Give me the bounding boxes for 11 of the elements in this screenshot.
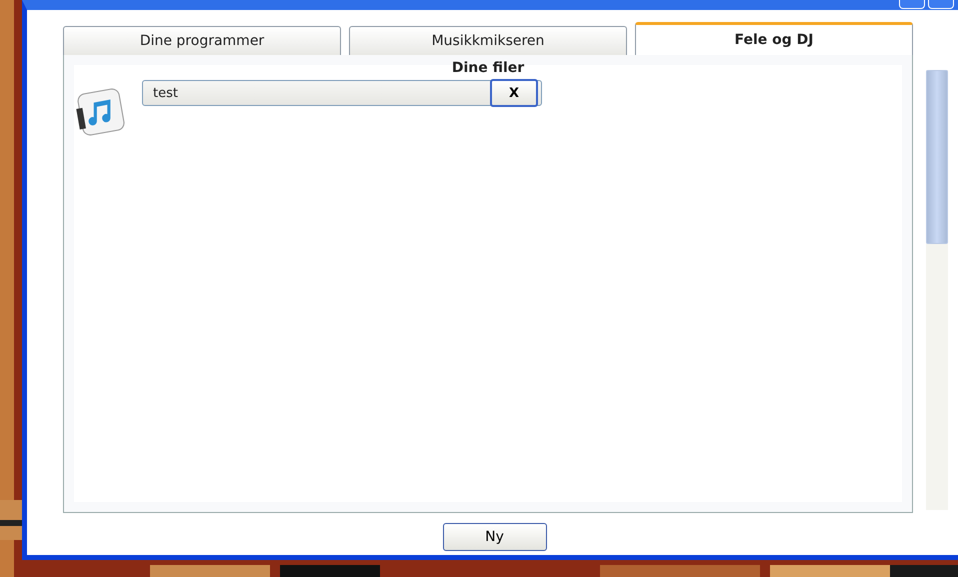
tab[interactable]: Fele og DJ — [635, 22, 913, 55]
tab[interactable]: Dine programmer — [63, 26, 341, 55]
new-button[interactable]: Ny — [442, 523, 546, 551]
panel-heading: Dine filer — [450, 60, 526, 76]
delete-button[interactable]: X — [490, 79, 538, 107]
tab[interactable]: Musikkmikseren — [349, 26, 627, 55]
close-button[interactable] — [928, 0, 954, 9]
minimize-button[interactable] — [899, 0, 925, 9]
scrollbar[interactable] — [926, 70, 948, 510]
scrollbar-thumb[interactable] — [926, 70, 948, 244]
file-name-field[interactable]: test X — [142, 80, 542, 106]
